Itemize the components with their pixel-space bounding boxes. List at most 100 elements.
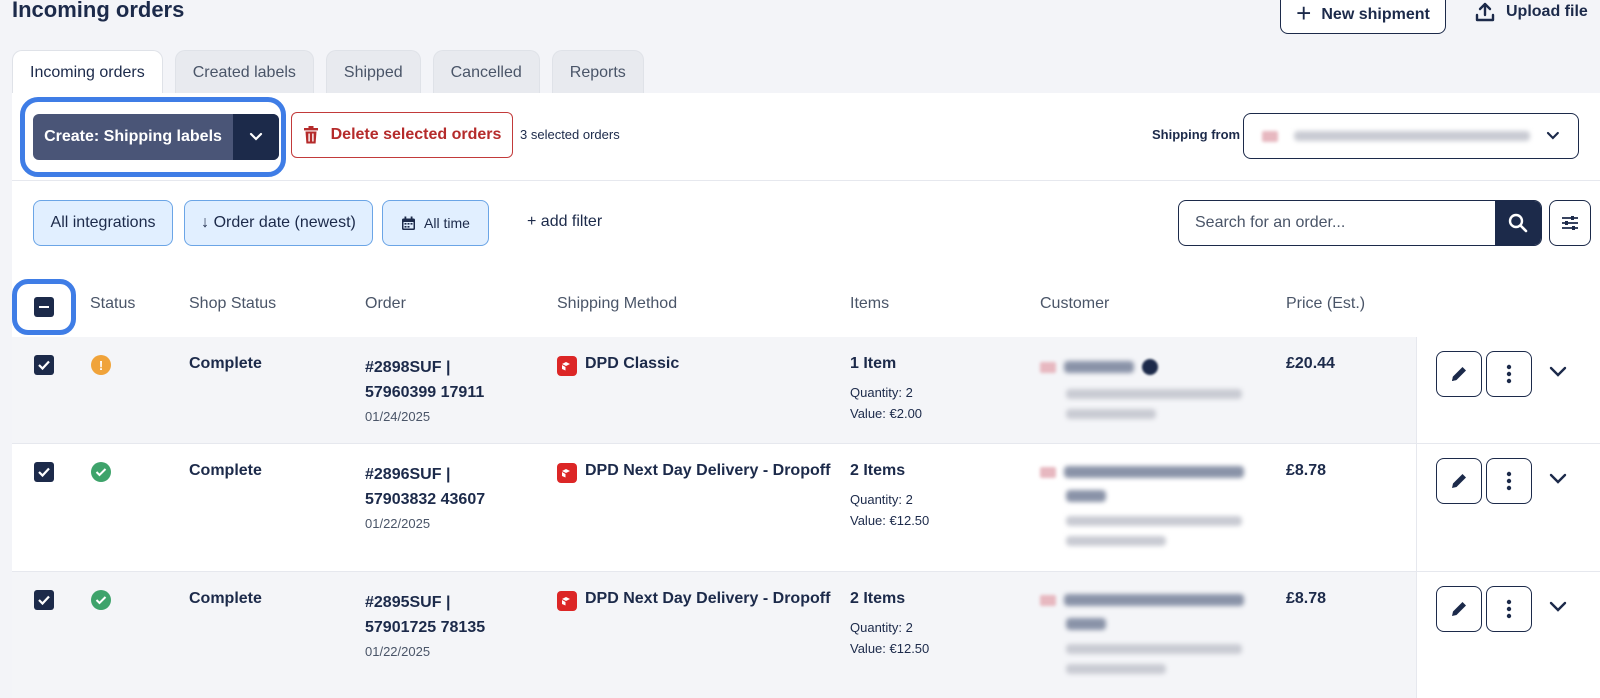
checkmark-icon [38,467,50,478]
selected-count: 3 selected orders [520,127,620,142]
trash-icon [303,126,318,144]
upload-icon [1475,2,1495,22]
checkmark-icon [38,595,50,606]
price: £8.78 [1286,462,1327,479]
filter-settings-button[interactable] [1549,200,1591,246]
pencil-icon [1452,367,1466,381]
tab-bar: Incoming orders Created labels Shipped C… [12,50,644,95]
row-checkbox[interactable] [34,590,54,610]
new-shipment-label: New shipment [1321,6,1430,23]
shipping-method: DPD Next Day Delivery - Dropoff [585,462,831,479]
dpd-carrier-icon [557,591,577,611]
orders-panel: Create: Shipping labels Delete selected … [12,93,1600,698]
kebab-menu-icon [1506,364,1512,384]
edit-order-button[interactable] [1436,586,1482,632]
column-header-customer[interactable]: Customer [1040,295,1109,313]
search-button[interactable] [1495,201,1541,245]
delete-selected-orders-button[interactable]: Delete selected orders [291,112,513,158]
order-date: 01/22/2025 [365,516,431,531]
time-filter-label: All time [424,215,470,231]
column-header-shipping-method[interactable]: Shipping Method [557,295,677,313]
warning-status-icon: ! [91,355,111,375]
success-status-icon [91,462,111,482]
filter-bar: All integrations ↓ Order date (newest) A… [12,181,1600,269]
shop-status: Complete [189,355,262,372]
dpd-carrier-icon [557,463,577,483]
more-options-button[interactable] [1486,458,1532,504]
edit-order-button[interactable] [1436,458,1482,504]
row-checkbox[interactable] [34,355,54,375]
create-dropdown-toggle[interactable] [233,114,279,160]
time-filter-chip[interactable]: All time [382,200,489,246]
add-filter-link[interactable]: + add filter [527,213,602,231]
kebab-menu-icon [1506,599,1512,619]
customer-info-blurred [1040,355,1260,419]
order-date-sort-chip[interactable]: ↓ Order date (newest) [184,200,373,246]
calendar-icon [402,216,416,230]
table-row[interactable]: ! Complete #2898SUF | 57960399 17911 01/… [12,337,1600,443]
sliders-icon [1562,216,1578,230]
plus-icon: + [1296,0,1312,28]
shop-status: Complete [189,462,262,479]
price: £8.78 [1286,590,1327,607]
tab-shipped[interactable]: Shipped [325,50,421,94]
items-count: 2 Items [850,590,906,607]
expand-row-icon[interactable] [1548,472,1568,486]
flag-icon [1262,130,1278,142]
customer-info-blurred [1040,590,1260,674]
checkmark-icon [38,360,50,371]
expand-row-icon[interactable] [1548,365,1568,379]
edit-order-button[interactable] [1436,351,1482,397]
kebab-menu-icon [1506,471,1512,491]
table-header: Status Shop Status Order Shipping Method… [12,269,1600,337]
shipping-method: DPD Next Day Delivery - Dropoff [585,590,831,607]
dpd-carrier-icon [557,356,577,376]
tab-cancelled[interactable]: Cancelled [432,50,540,94]
tab-created-labels[interactable]: Created labels [174,50,314,94]
search-input[interactable] [1179,201,1495,245]
chevron-down-icon [1547,131,1560,140]
column-header-price[interactable]: Price (Est.) [1286,295,1365,313]
items-value: Value: €12.50 [850,641,930,656]
order-date: 01/22/2025 [365,644,431,659]
more-options-button[interactable] [1486,586,1532,632]
column-header-order[interactable]: Order [365,295,406,313]
tab-incoming-orders[interactable]: Incoming orders [12,50,163,95]
upload-file-button[interactable]: Upload file [1474,0,1588,24]
items-value: Value: €2.00 [850,406,923,421]
items-count: 2 Items [850,462,906,479]
pencil-icon [1452,474,1466,488]
order-date: 01/24/2025 [365,409,431,424]
select-all-checkbox[interactable] [34,297,54,317]
action-toolbar: Create: Shipping labels Delete selected … [12,93,1600,181]
search-icon [1508,213,1528,233]
tab-reports[interactable]: Reports [551,50,644,94]
blurred-address [1293,131,1531,141]
more-options-button[interactable] [1486,351,1532,397]
table-row[interactable]: Complete #2895SUF | 57901725 78135 01/22… [12,571,1600,698]
order-number[interactable]: #2898SUF | 57960399 17911 [365,355,525,405]
shipping-from-select[interactable] [1243,113,1579,159]
order-search [1178,200,1542,246]
pencil-icon [1452,602,1466,616]
order-number[interactable]: #2895SUF | 57901725 78135 [365,590,525,640]
expand-row-icon[interactable] [1548,600,1568,614]
items-quantity: Quantity: 2 [850,492,913,507]
integrations-filter-chip[interactable]: All integrations [33,200,173,246]
upload-file-label: Upload file [1506,3,1588,20]
row-checkbox[interactable] [34,462,54,482]
new-shipment-button[interactable]: + New shipment [1280,0,1446,34]
page-title: Incoming orders [12,0,185,22]
column-header-shop-status[interactable]: Shop Status [189,295,276,313]
items-value: Value: €12.50 [850,513,930,528]
create-shipping-labels-button[interactable]: Create: Shipping labels [33,114,279,160]
order-number[interactable]: #2896SUF | 57903832 43607 [365,462,525,512]
shipping-from-label: Shipping from [1152,127,1241,142]
column-header-status[interactable]: Status [90,295,135,313]
create-shipping-labels-label[interactable]: Create: Shipping labels [33,114,233,160]
column-header-items[interactable]: Items [850,295,889,313]
customer-info-blurred [1040,462,1260,546]
table-row[interactable]: Complete #2896SUF | 57903832 43607 01/22… [12,443,1600,571]
items-quantity: Quantity: 2 [850,620,913,635]
chevron-down-icon [249,132,263,141]
